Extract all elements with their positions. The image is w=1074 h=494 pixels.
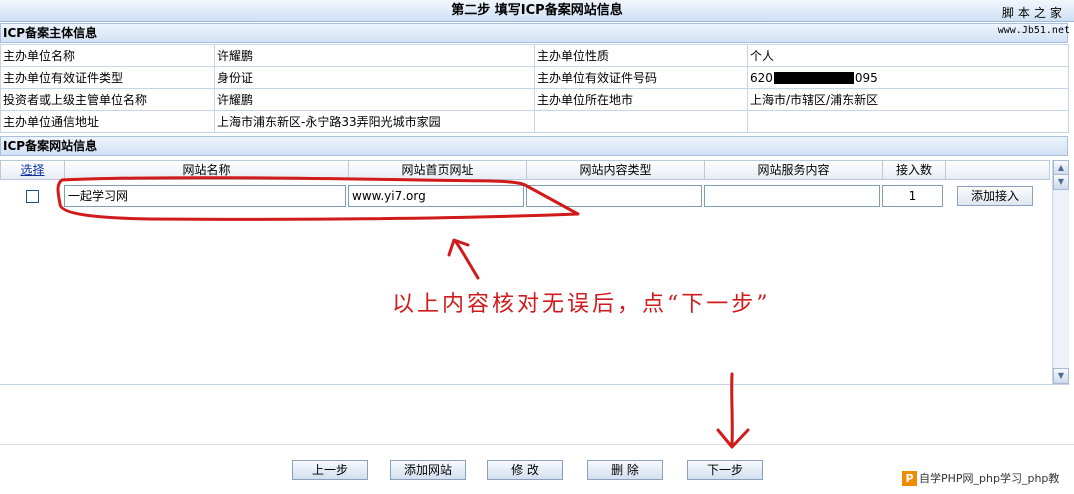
service-content-field[interactable]: [704, 185, 880, 207]
id-number-suffix: 095: [854, 70, 878, 85]
field-value: 个人: [747, 44, 1069, 67]
field-label: 主办单位所在地市: [534, 88, 748, 111]
subject-info-table: 主办单位名称 许耀鹏 主办单位性质 个人 主办单位有效证件类型 身份证 主办单位…: [0, 44, 1069, 133]
access-count-field[interactable]: 1: [882, 185, 943, 207]
id-number-field: 620 095: [747, 66, 1069, 89]
website-section-header: ICP备案网站信息: [0, 136, 1068, 156]
prev-step-button[interactable]: 上一步: [292, 460, 368, 480]
column-header-url: 网站首页网址: [348, 160, 526, 180]
page-title: 第二步 填写ICP备案网站信息: [0, 0, 1074, 22]
field-label: [534, 110, 748, 133]
field-value: [747, 110, 1069, 133]
row-select-cell: [0, 189, 64, 203]
field-value: 许耀鹏: [214, 88, 535, 111]
table-row: 主办单位通信地址 上海市浦东新区-永宁路33弄阳光城市家园: [0, 110, 1069, 133]
subject-section-header: ICP备案主体信息: [0, 23, 1068, 43]
bottom-watermark-text: 自学PHP网_php学习_php教: [919, 472, 1060, 485]
table-row: 主办单位有效证件类型 身份证 主办单位有效证件号码 620 095: [0, 66, 1069, 89]
field-value: 许耀鹏: [214, 44, 535, 67]
arrow-up-icon: [454, 240, 480, 280]
table-row: 一起学习网 www.yi7.org 1 添加接入: [0, 183, 1050, 209]
field-value: 身份证: [214, 66, 535, 89]
footer-divider: [0, 444, 1074, 445]
add-site-button[interactable]: 添加网站: [390, 460, 466, 480]
grid-scrollbar[interactable]: ▲ ▼ ▼: [1052, 160, 1069, 384]
column-header-site-name: 网站名称: [64, 160, 348, 180]
site-name-field[interactable]: 一起学习网: [64, 185, 346, 207]
content-type-field[interactable]: [526, 185, 702, 207]
redaction-block: [773, 72, 854, 84]
field-label: 主办单位通信地址: [0, 110, 215, 133]
field-value: 上海市/市辖区/浦东新区: [747, 88, 1069, 111]
scroll-down-icon[interactable]: ▼: [1053, 368, 1069, 384]
table-row: 投资者或上级主管单位名称 许耀鹏 主办单位所在地市 上海市/市辖区/浦东新区: [0, 88, 1069, 111]
column-header-content-type: 网站内容类型: [526, 160, 704, 180]
field-label: 主办单位性质: [534, 44, 748, 67]
column-header-select[interactable]: 选择: [0, 160, 64, 180]
watermark-line2: www.Jb51.net: [997, 25, 1070, 36]
select-all-link[interactable]: 选择: [20, 163, 44, 177]
next-step-button[interactable]: 下一步: [687, 460, 763, 480]
grid-bottom-border: [0, 384, 1069, 385]
field-label: 主办单位有效证件号码: [534, 66, 748, 89]
field-label: 投资者或上级主管单位名称: [0, 88, 215, 111]
column-header-action: [945, 160, 1050, 180]
site-url-field[interactable]: www.yi7.org: [348, 185, 524, 207]
arrow-up-head: [447, 238, 470, 257]
field-value: 上海市浦东新区-永宁路33弄阳光城市家园: [214, 110, 535, 133]
column-header-access-count: 接入数: [882, 160, 945, 180]
watermark-logo: 脚本之家 www.Jb51.net: [998, 4, 1070, 36]
field-label: 主办单位名称: [0, 44, 215, 67]
field-label: 主办单位有效证件类型: [0, 66, 215, 89]
edit-button[interactable]: 修 改: [487, 460, 563, 480]
php-logo-icon: P: [902, 471, 917, 486]
add-access-button[interactable]: 添加接入: [957, 186, 1033, 206]
bottom-watermark: P 自学PHP网_php学习_php教: [902, 470, 1059, 486]
column-header-service: 网站服务内容: [704, 160, 882, 180]
id-number-prefix: 620: [750, 70, 773, 85]
delete-button[interactable]: 删 除: [587, 460, 663, 480]
annotation-text: 以上内容核对无误后，点“下一步”: [392, 292, 771, 317]
row-checkbox[interactable]: [25, 189, 39, 203]
table-row: 主办单位名称 许耀鹏 主办单位性质 个人: [0, 44, 1069, 67]
grid-header: 选择 网站名称 网站首页网址 网站内容类型 网站服务内容 接入数: [0, 160, 1050, 180]
scroll-down-small-icon[interactable]: ▼: [1053, 174, 1069, 190]
watermark-line1: 脚本之家: [1001, 6, 1066, 20]
